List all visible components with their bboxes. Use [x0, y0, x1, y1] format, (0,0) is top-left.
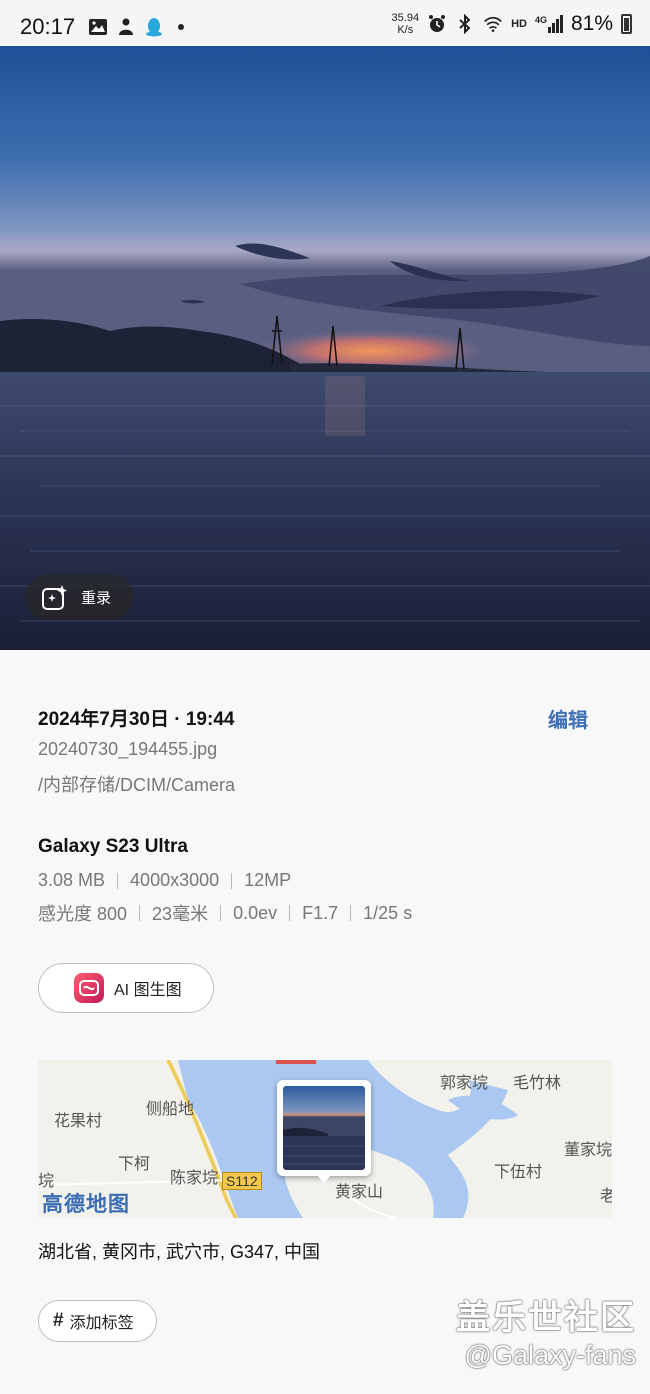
notification-icons [88, 17, 184, 37]
gallery-icon [89, 19, 107, 35]
map-label: 陈家垸 [170, 1170, 219, 1187]
map-label: 侧船地 [146, 1101, 195, 1118]
watermark-community: 盖乐世社区 [456, 1299, 636, 1337]
photo-location-pin[interactable] [277, 1080, 371, 1183]
map-label: 下柯 [118, 1156, 151, 1173]
details-panel: 2024年7月30日 · 19:44 编辑 20240730_194455.jp… [0, 650, 650, 1394]
system-icons: 35.94 K/s HD 4G 81% [392, 12, 632, 36]
location-address: 湖北省, 黄冈市, 武穴市, G347, 中国 [38, 1242, 321, 1262]
map-label: 下伍村 [494, 1164, 543, 1181]
sunset-river-photo [0, 46, 650, 650]
shutter-speed: 1/25 s [363, 902, 413, 923]
map-label: 郭家垸 [440, 1075, 489, 1092]
map-label: 老 [600, 1188, 612, 1205]
map-label: 毛竹林 [513, 1075, 562, 1092]
network-type: HD [511, 18, 527, 30]
remaster-label: 重录 [81, 589, 112, 607]
net-speed-value: 35.94 [391, 12, 420, 24]
ai-sparkle-icon [42, 585, 67, 610]
megapixels: 12MP [244, 870, 292, 890]
resolution: 4000x3000 [130, 870, 220, 890]
iso: 感光度 800 [38, 904, 128, 924]
signal-icon: 4G [535, 15, 563, 33]
wifi-icon [484, 16, 502, 32]
edit-button[interactable]: 编辑 [548, 704, 588, 733]
map-label: 黄家山 [335, 1184, 384, 1201]
file-name: 20240730_194455.jpg [38, 739, 218, 759]
add-tag-label: 添加标签 [69, 1315, 134, 1332]
clock: 20:17 [20, 14, 76, 39]
person-icon [119, 18, 133, 35]
bluetooth-icon [459, 14, 471, 34]
map-label: 董家垸 [564, 1142, 612, 1159]
more-notifications-dot [178, 24, 184, 30]
photo-viewer[interactable]: 重录 [0, 46, 650, 650]
map-label: 花果村 [54, 1113, 103, 1130]
date-time: 2024年7月30日 · 19:44 [38, 709, 235, 730]
location-map[interactable]: 花果村 侧船地 下柯 陈家垸 郭家垸 毛竹林 董家垸 下伍村 黄家山 垸 老 S… [38, 1060, 612, 1218]
net-speed-unit: K/s [397, 24, 414, 36]
exposure-value: 0.0ev [233, 902, 278, 923]
add-tag-button[interactable]: # 添加标签 [38, 1300, 157, 1342]
signal-label: 4G [534, 15, 547, 25]
qq-icon [146, 18, 162, 37]
alarm-icon [429, 15, 446, 32]
status-bar: 20:17 35.94 K/s HD 4G 81% [0, 0, 650, 46]
remaster-button[interactable]: 重录 [25, 574, 133, 620]
pin-thumbnail [283, 1086, 365, 1170]
road-sign: S112 [222, 1172, 262, 1190]
file-size: 3.08 MB [38, 870, 106, 890]
ai-image-generate-button[interactable]: AI 图生图 [38, 963, 214, 1013]
battery-icon [621, 14, 632, 34]
hashtag-icon: # [53, 1310, 64, 1331]
camera-specs: 感光度 800 23毫米 0.0ev F1.7 1/25 s [38, 900, 412, 926]
ai-app-icon [74, 973, 104, 1003]
file-path: /内部存储/DCIM/Camera [38, 775, 236, 795]
ai-button-label: AI 图生图 [114, 982, 182, 999]
aperture: F1.7 [302, 902, 339, 923]
net-speed: 35.94 K/s [392, 12, 420, 36]
file-specs: 3.08 MB 4000x3000 12MP [38, 870, 291, 891]
map-provider-logo: 高德地图 [42, 1193, 130, 1216]
device-model: Galaxy S23 Ultra [38, 836, 188, 857]
watermark-handle: @Galaxy-fans [464, 1340, 636, 1370]
focal-length: 23毫米 [152, 904, 209, 924]
battery-percent: 81% [570, 12, 613, 35]
